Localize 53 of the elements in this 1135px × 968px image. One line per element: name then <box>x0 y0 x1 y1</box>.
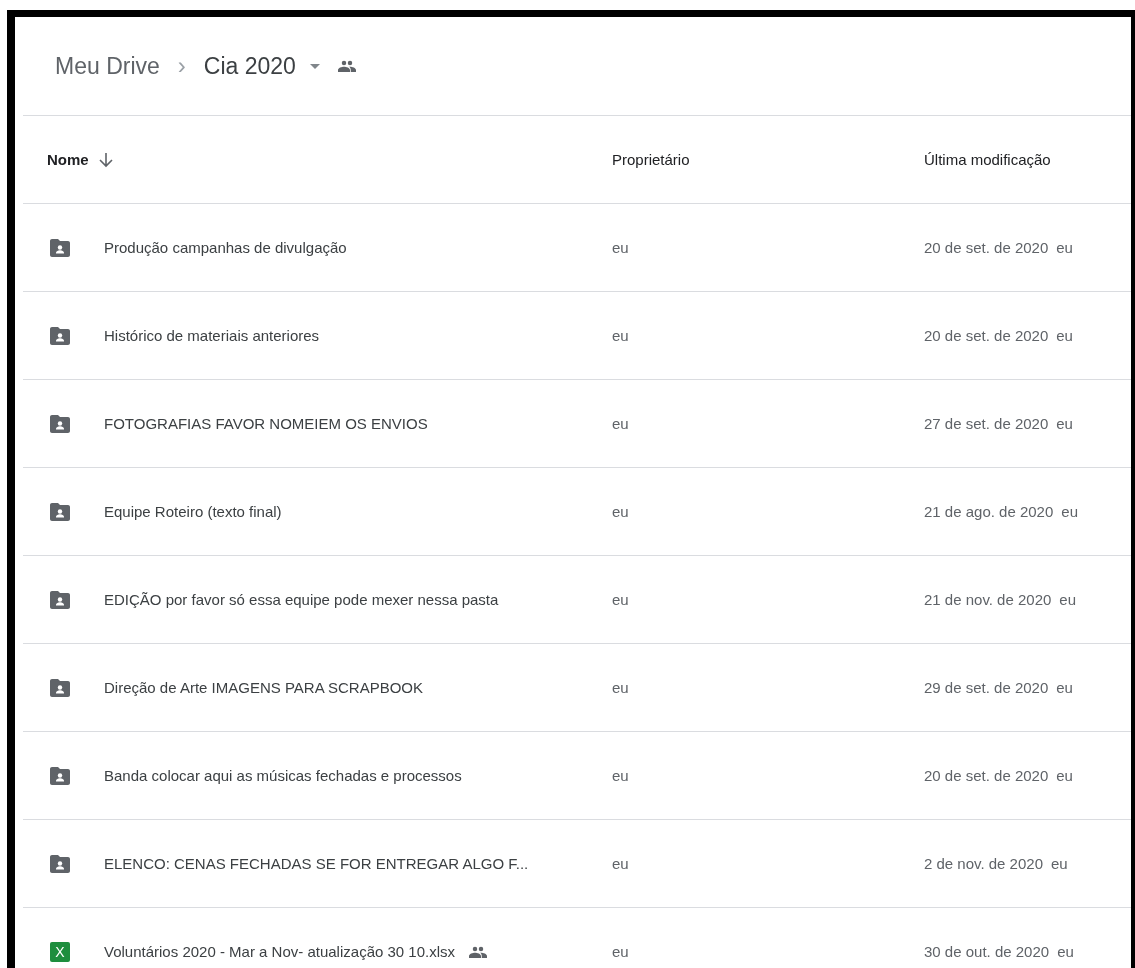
file-name[interactable]: ELENCO: CENAS FECHADAS SE FOR ENTREGAR ALGO F... <box>104 855 529 872</box>
shared-folder-icon <box>50 678 70 697</box>
modified-by: eu <box>1056 239 1073 256</box>
breadcrumb-current[interactable]: Cia 2020 <box>203 52 296 80</box>
shared-folder-icon <box>50 766 70 785</box>
column-header[interactable]: Última modificação <box>924 151 1051 168</box>
file-name[interactable]: Produção campanhas de divulgação <box>104 239 347 256</box>
modified-by: eu <box>1056 767 1073 784</box>
owner-cell: eu <box>612 591 629 608</box>
owner-cell: eu <box>612 239 629 256</box>
sort-arrow-icon[interactable] <box>98 151 113 168</box>
modified-by: eu <box>1056 679 1073 696</box>
file-name[interactable]: Voluntários 2020 - Mar a Nov- atualização 30 10.xlsx <box>104 943 456 960</box>
modified-by: eu <box>1051 855 1068 872</box>
owner-cell: eu <box>612 855 629 872</box>
breadcrumb-link[interactable]: Meu Drive <box>55 52 160 80</box>
modified-by: eu <box>1056 415 1073 432</box>
modified-by: eu <box>1059 591 1077 608</box>
column-header[interactable]: Nome <box>47 151 89 168</box>
owner-cell: eu <box>612 415 629 432</box>
shared-folder-icon <box>50 414 70 433</box>
column-header[interactable]: Proprietário <box>612 151 690 168</box>
shared-folder-icon <box>50 326 70 345</box>
file-name[interactable]: Equipe Roteiro (texto final) <box>104 503 282 520</box>
file-name[interactable]: Banda colocar aqui as músicas fechadas e processos <box>104 767 462 784</box>
modified-by: eu <box>1057 943 1074 960</box>
spreadsheet-icon: X <box>50 941 70 962</box>
modified-date: 20 de set. de 2020 <box>924 239 1049 256</box>
modified-date: 27 de set. de 2020 <box>924 415 1049 432</box>
owner-cell: eu <box>612 767 629 784</box>
shared-folder-icon <box>50 854 70 873</box>
modified-date: 20 de set. de 2020 <box>924 767 1049 784</box>
modified-date: 29 de set. de 2020 <box>924 679 1049 696</box>
modified-date: 21 de nov. de 2020 <box>924 591 1052 608</box>
modified-by: eu <box>1061 503 1078 520</box>
file-name[interactable]: Direção de Arte IMAGENS PARA SCRAPBOOK <box>104 679 423 696</box>
modified-by: eu <box>1056 327 1073 344</box>
shared-folder-icon <box>50 590 70 609</box>
shared-folder-icon <box>50 238 70 257</box>
dropdown-caret-icon[interactable] <box>309 63 320 69</box>
owner-cell: eu <box>612 943 629 960</box>
file-name[interactable]: EDIÇÃO por favor só essa equipe pode mexer nessa pasta <box>104 591 499 608</box>
file-name[interactable]: Histórico de materiais anteriores <box>104 327 320 344</box>
modified-date: 30 de out. de 2020 <box>924 943 1050 960</box>
breadcrumb-separator: › <box>177 52 186 80</box>
owner-cell: eu <box>612 503 629 520</box>
shared-folder-icon <box>50 502 70 521</box>
owner-cell: eu <box>612 679 629 696</box>
owner-cell: eu <box>612 327 629 344</box>
modified-date: 20 de set. de 2020 <box>924 327 1049 344</box>
modified-date: 2 de nov. de 2020 <box>924 855 1043 872</box>
modified-date: 21 de ago. de 2020 <box>924 503 1054 520</box>
file-name[interactable]: FOTOGRAFIAS FAVOR NOMEIEM OS ENVIOS <box>104 415 428 432</box>
